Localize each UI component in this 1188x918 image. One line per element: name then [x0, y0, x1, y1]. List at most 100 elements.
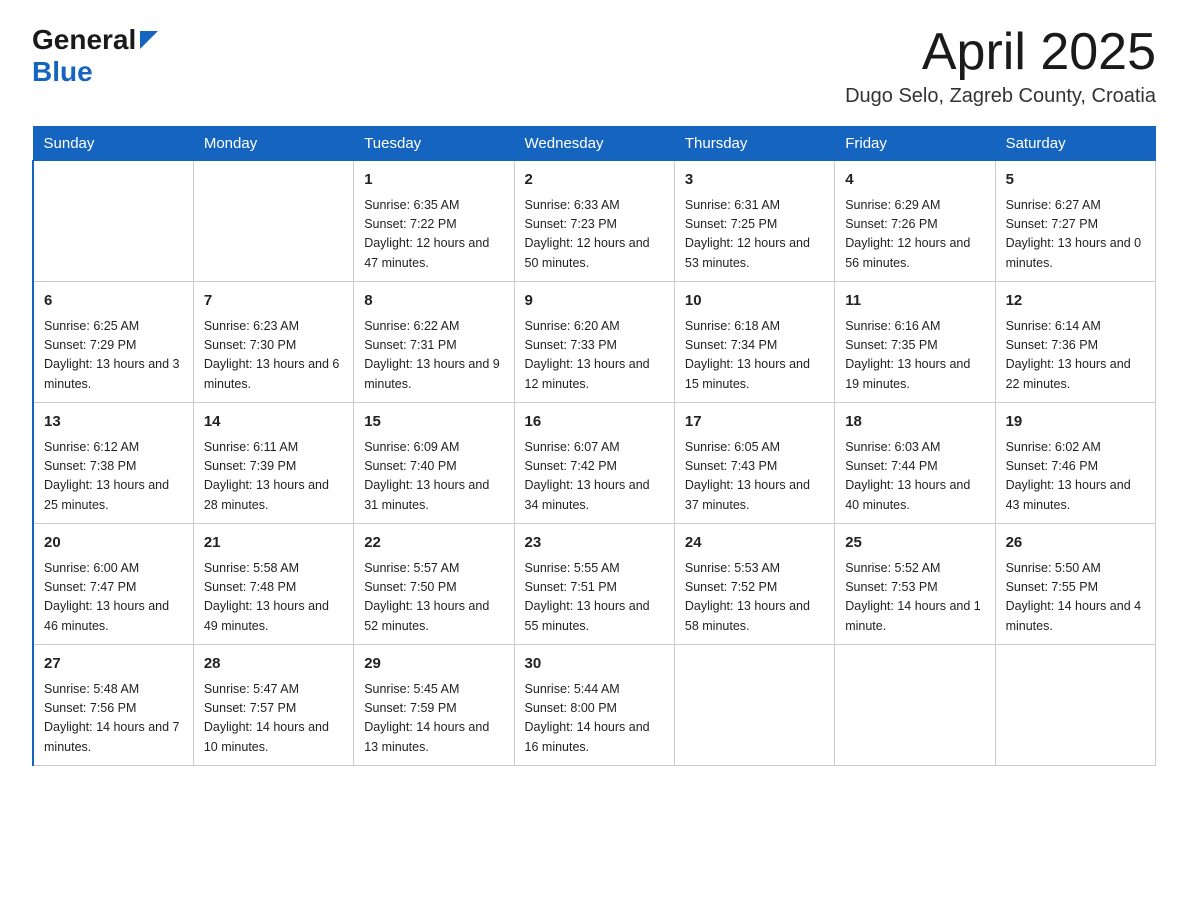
- empty-cell: [995, 645, 1155, 766]
- day-cell-8: 8 Sunrise: 6:22 AMSunset: 7:31 PMDaylight…: [354, 282, 514, 403]
- calendar-table: SundayMondayTuesdayWednesdayThursdayFrid…: [32, 126, 1156, 766]
- empty-cell: [33, 161, 193, 282]
- day-info-24: Sunrise: 5:53 AMSunset: 7:52 PMDaylight:…: [685, 559, 824, 637]
- empty-cell: [835, 645, 995, 766]
- day-info-29: Sunrise: 5:45 AMSunset: 7:59 PMDaylight:…: [364, 680, 503, 758]
- day-number-27: 27: [44, 653, 183, 676]
- location-subtitle: Dugo Selo, Zagreb County, Croatia: [845, 85, 1156, 108]
- page-header: General Blue April 2025 Dugo Selo, Zagre…: [32, 24, 1156, 108]
- day-info-27: Sunrise: 5:48 AMSunset: 7:56 PMDaylight:…: [44, 680, 183, 758]
- day-cell-28: 28 Sunrise: 5:47 AMSunset: 7:57 PMDayligh…: [193, 645, 353, 766]
- day-number-16: 16: [525, 411, 664, 434]
- day-number-15: 15: [364, 411, 503, 434]
- day-info-22: Sunrise: 5:57 AMSunset: 7:50 PMDaylight:…: [364, 559, 503, 637]
- day-cell-17: 17Sunrise: 6:05 AMSunset: 7:43 PMDayligh…: [674, 403, 834, 524]
- day-cell-2: 2Sunrise: 6:33 AMSunset: 7:23 PMDaylight…: [514, 161, 674, 282]
- logo: General Blue: [32, 24, 158, 88]
- day-number-1: 1: [364, 169, 503, 192]
- day-number-10: 10: [685, 290, 824, 313]
- day-info-11: Sunrise: 6:16 AMSunset: 7:35 PMDaylight:…: [845, 317, 984, 395]
- day-cell-13: 13Sunrise: 6:12 AMSunset: 7:38 PMDayligh…: [33, 403, 193, 524]
- day-info-16: Sunrise: 6:07 AMSunset: 7:42 PMDaylight:…: [525, 438, 664, 516]
- logo-triangle-icon: [140, 31, 158, 54]
- day-cell-26: 26 Sunrise: 5:50 AMSunset: 7:55 PMDayligh…: [995, 524, 1155, 645]
- day-number-30: 30: [525, 653, 664, 676]
- header-monday: Monday: [193, 127, 353, 161]
- week-row-4: 20 Sunrise: 6:00 AMSunset: 7:47 PMDayligh…: [33, 524, 1156, 645]
- day-info-30: Sunrise: 5:44 AMSunset: 8:00 PMDaylight:…: [525, 680, 664, 758]
- day-cell-11: 11 Sunrise: 6:16 AMSunset: 7:35 PMDayligh…: [835, 282, 995, 403]
- day-info-8: Sunrise: 6:22 AMSunset: 7:31 PMDaylight:…: [364, 317, 503, 395]
- day-cell-18: 18Sunrise: 6:03 AMSunset: 7:44 PMDayligh…: [835, 403, 995, 524]
- day-number-11: 11: [845, 290, 984, 313]
- week-row-2: 6 Sunrise: 6:25 AMSunset: 7:29 PMDaylight…: [33, 282, 1156, 403]
- header-tuesday: Tuesday: [354, 127, 514, 161]
- header-friday: Friday: [835, 127, 995, 161]
- day-number-7: 7: [204, 290, 343, 313]
- day-info-10: Sunrise: 6:18 AMSunset: 7:34 PMDaylight:…: [685, 317, 824, 395]
- day-cell-27: 27 Sunrise: 5:48 AMSunset: 7:56 PMDayligh…: [33, 645, 193, 766]
- day-cell-22: 22Sunrise: 5:57 AMSunset: 7:50 PMDayligh…: [354, 524, 514, 645]
- day-number-23: 23: [525, 532, 664, 555]
- week-row-5: 27 Sunrise: 5:48 AMSunset: 7:56 PMDayligh…: [33, 645, 1156, 766]
- day-info-7: Sunrise: 6:23 AMSunset: 7:30 PMDaylight:…: [204, 317, 343, 395]
- day-number-20: 20: [44, 532, 183, 555]
- day-cell-15: 15 Sunrise: 6:09 AMSunset: 7:40 PMDayligh…: [354, 403, 514, 524]
- day-number-14: 14: [204, 411, 343, 434]
- day-info-18: Sunrise: 6:03 AMSunset: 7:44 PMDaylight:…: [845, 438, 984, 516]
- day-info-1: Sunrise: 6:35 AMSunset: 7:22 PMDaylight:…: [364, 196, 503, 274]
- header-wednesday: Wednesday: [514, 127, 674, 161]
- title-area: April 2025 Dugo Selo, Zagreb County, Cro…: [845, 24, 1156, 108]
- day-number-29: 29: [364, 653, 503, 676]
- day-info-28: Sunrise: 5:47 AMSunset: 7:57 PMDaylight:…: [204, 680, 343, 758]
- day-cell-16: 16 Sunrise: 6:07 AMSunset: 7:42 PMDayligh…: [514, 403, 674, 524]
- day-cell-10: 10 Sunrise: 6:18 AMSunset: 7:34 PMDayligh…: [674, 282, 834, 403]
- day-number-6: 6: [44, 290, 183, 313]
- week-row-1: 1 Sunrise: 6:35 AMSunset: 7:22 PMDaylight…: [33, 161, 1156, 282]
- day-cell-7: 7 Sunrise: 6:23 AMSunset: 7:30 PMDaylight…: [193, 282, 353, 403]
- header-sunday: Sunday: [33, 127, 193, 161]
- day-cell-6: 6 Sunrise: 6:25 AMSunset: 7:29 PMDaylight…: [33, 282, 193, 403]
- day-info-3: Sunrise: 6:31 AMSunset: 7:25 PMDaylight:…: [685, 196, 824, 274]
- logo-general-text: General: [32, 24, 136, 56]
- day-info-21: Sunrise: 5:58 AMSunset: 7:48 PMDaylight:…: [204, 559, 343, 637]
- day-number-28: 28: [204, 653, 343, 676]
- day-number-8: 8: [364, 290, 503, 313]
- day-cell-5: 5Sunrise: 6:27 AMSunset: 7:27 PMDaylight…: [995, 161, 1155, 282]
- day-cell-3: 3 Sunrise: 6:31 AMSunset: 7:25 PMDaylight…: [674, 161, 834, 282]
- day-number-4: 4: [845, 169, 984, 192]
- day-number-17: 17: [685, 411, 824, 434]
- day-cell-9: 9 Sunrise: 6:20 AMSunset: 7:33 PMDaylight…: [514, 282, 674, 403]
- header-saturday: Saturday: [995, 127, 1155, 161]
- day-cell-4: 4Sunrise: 6:29 AMSunset: 7:26 PMDaylight…: [835, 161, 995, 282]
- day-cell-25: 25 Sunrise: 5:52 AMSunset: 7:53 PMDayligh…: [835, 524, 995, 645]
- day-cell-23: 23Sunrise: 5:55 AMSunset: 7:51 PMDayligh…: [514, 524, 674, 645]
- day-cell-19: 19Sunrise: 6:02 AMSunset: 7:46 PMDayligh…: [995, 403, 1155, 524]
- day-info-20: Sunrise: 6:00 AMSunset: 7:47 PMDaylight:…: [44, 559, 183, 637]
- day-cell-12: 12Sunrise: 6:14 AMSunset: 7:36 PMDayligh…: [995, 282, 1155, 403]
- day-number-21: 21: [204, 532, 343, 555]
- day-info-15: Sunrise: 6:09 AMSunset: 7:40 PMDaylight:…: [364, 438, 503, 516]
- day-number-9: 9: [525, 290, 664, 313]
- day-info-9: Sunrise: 6:20 AMSunset: 7:33 PMDaylight:…: [525, 317, 664, 395]
- week-row-3: 13Sunrise: 6:12 AMSunset: 7:38 PMDayligh…: [33, 403, 1156, 524]
- calendar-header-row: SundayMondayTuesdayWednesdayThursdayFrid…: [33, 127, 1156, 161]
- day-number-19: 19: [1006, 411, 1145, 434]
- day-number-26: 26: [1006, 532, 1145, 555]
- day-info-2: Sunrise: 6:33 AMSunset: 7:23 PMDaylight:…: [525, 196, 664, 274]
- empty-cell: [193, 161, 353, 282]
- month-title: April 2025: [845, 24, 1156, 81]
- day-info-12: Sunrise: 6:14 AMSunset: 7:36 PMDaylight:…: [1006, 317, 1145, 395]
- day-info-6: Sunrise: 6:25 AMSunset: 7:29 PMDaylight:…: [44, 317, 183, 395]
- day-number-5: 5: [1006, 169, 1145, 192]
- day-info-14: Sunrise: 6:11 AMSunset: 7:39 PMDaylight:…: [204, 438, 343, 516]
- day-cell-21: 21 Sunrise: 5:58 AMSunset: 7:48 PMDayligh…: [193, 524, 353, 645]
- day-number-13: 13: [44, 411, 183, 434]
- day-cell-14: 14 Sunrise: 6:11 AMSunset: 7:39 PMDayligh…: [193, 403, 353, 524]
- empty-cell: [674, 645, 834, 766]
- day-info-25: Sunrise: 5:52 AMSunset: 7:53 PMDaylight:…: [845, 559, 984, 637]
- day-number-3: 3: [685, 169, 824, 192]
- day-number-25: 25: [845, 532, 984, 555]
- day-info-26: Sunrise: 5:50 AMSunset: 7:55 PMDaylight:…: [1006, 559, 1145, 637]
- day-cell-24: 24Sunrise: 5:53 AMSunset: 7:52 PMDayligh…: [674, 524, 834, 645]
